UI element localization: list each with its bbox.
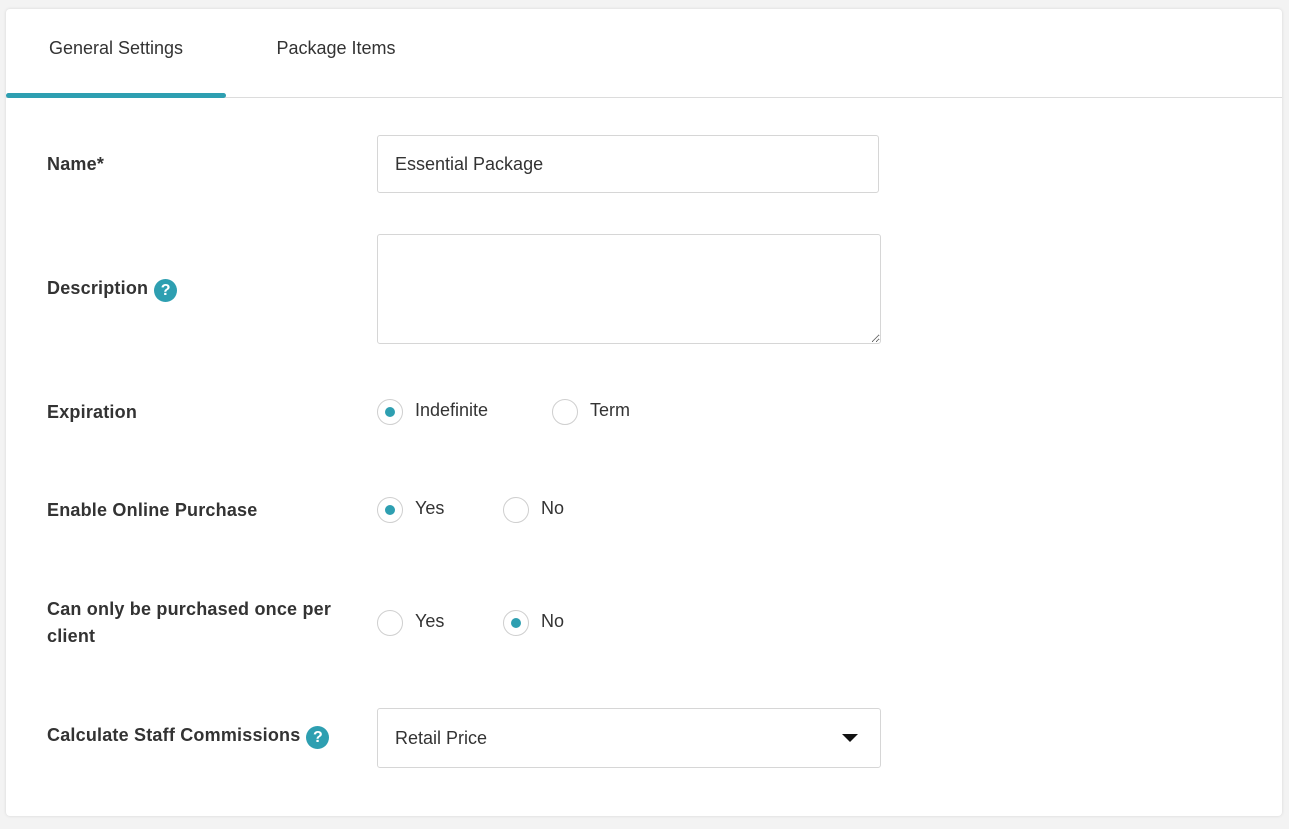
once-per-client-label-line2: client <box>47 626 96 646</box>
caret-down-icon <box>842 734 858 742</box>
once-per-client-label: Can only be purchased once per client <box>47 596 331 650</box>
tab-bar: General Settings Package Items <box>6 9 1282 98</box>
commissions-help-icon[interactable]: ? <box>306 726 330 749</box>
name-input[interactable] <box>377 135 879 193</box>
description-label: Description <box>47 278 149 298</box>
once-per-client-label-line1: Can only be purchased once per <box>47 599 332 619</box>
description-help-icon[interactable]: ? <box>154 279 178 302</box>
expiration-term-label: Term <box>590 400 630 420</box>
commissions-select[interactable]: Retail Price <box>377 708 881 768</box>
tab-package-items-label: Package Items <box>276 38 396 58</box>
commissions-label-row: Calculate Staff Commissions? <box>47 722 330 749</box>
radio-unchecked-icon <box>503 497 529 523</box>
tab-package-items[interactable]: Package Items <box>246 9 426 97</box>
active-tab-indicator <box>6 93 226 98</box>
online-purchase-no-label: No <box>541 498 565 518</box>
radio-checked-icon <box>377 399 403 425</box>
online-purchase-yes-label: Yes <box>415 498 445 518</box>
commissions-selected-value: Retail Price <box>395 728 488 748</box>
tab-general-settings[interactable]: General Settings <box>6 9 226 98</box>
radio-checked-icon <box>377 497 403 523</box>
online-purchase-label: Enable Online Purchase <box>47 500 258 520</box>
once-per-client-yes-label: Yes <box>415 611 445 631</box>
once-per-client-no-label: No <box>541 611 565 631</box>
expiration-label: Expiration <box>47 402 138 422</box>
description-textarea[interactable] <box>377 234 881 344</box>
radio-checked-icon <box>503 610 529 636</box>
name-label: Name* <box>47 154 105 174</box>
radio-unchecked-icon <box>552 399 578 425</box>
radio-unchecked-icon <box>377 610 403 636</box>
commissions-label: Calculate Staff Commissions <box>47 725 301 745</box>
expiration-indefinite-label: Indefinite <box>415 400 489 420</box>
package-settings-card: General Settings Package Items Name* Des… <box>6 9 1282 816</box>
description-label-row: Description? <box>47 275 178 302</box>
tab-general-settings-label: General Settings <box>48 38 184 58</box>
